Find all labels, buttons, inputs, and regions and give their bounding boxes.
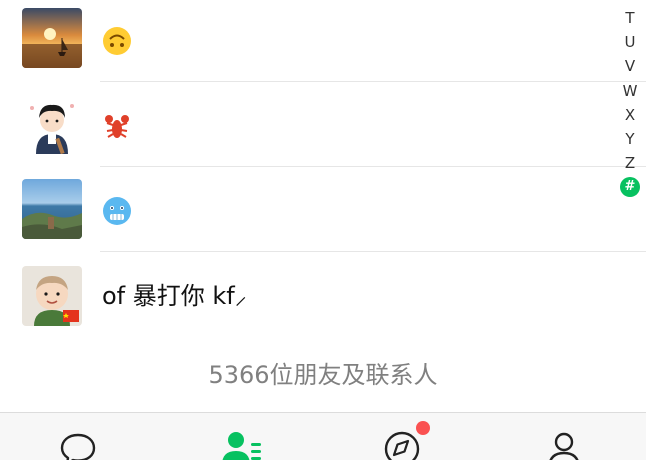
- contact-name: [102, 194, 132, 226]
- alphabet-index-bar[interactable]: T U V W X Y Z #: [618, 6, 642, 199]
- contact-name: [102, 24, 132, 56]
- index-letter-hash[interactable]: #: [620, 177, 640, 198]
- contact-list: of 暴打你 kf⸝: [0, 0, 646, 338]
- tab-contacts[interactable]: [220, 429, 264, 460]
- index-letter-y[interactable]: Y: [618, 127, 642, 151]
- contact-name: [102, 109, 132, 141]
- cold-face-emoji: [102, 196, 132, 226]
- contact-avatar: [22, 8, 82, 68]
- contact-row[interactable]: of 暴打你 kf⸝: [0, 252, 646, 338]
- contacts-icon: [220, 429, 264, 460]
- contact-count-label: 5366位朋友及联系人: [0, 338, 646, 412]
- index-letter-z[interactable]: Z: [618, 151, 642, 175]
- index-letter-w[interactable]: W: [618, 79, 642, 103]
- upside-down-face-emoji: [102, 26, 132, 56]
- tab-discover[interactable]: [382, 421, 430, 460]
- chat-bubble-icon: [58, 429, 102, 460]
- index-letter-t[interactable]: T: [618, 6, 642, 30]
- contact-avatar: [22, 94, 82, 154]
- contact-row[interactable]: [0, 167, 646, 252]
- contact-avatar: [22, 179, 82, 239]
- tab-me[interactable]: [544, 429, 588, 460]
- index-letter-x[interactable]: X: [618, 103, 642, 127]
- index-letter-u[interactable]: U: [618, 30, 642, 54]
- contact-name: of 暴打你 kf⸝: [102, 282, 247, 310]
- notification-badge-dot: [416, 421, 430, 435]
- contact-row[interactable]: [0, 82, 646, 167]
- lobster-emoji: [102, 111, 132, 141]
- index-letter-v[interactable]: V: [618, 54, 642, 78]
- contact-avatar: [22, 266, 82, 326]
- tab-chats[interactable]: [58, 429, 102, 460]
- person-icon: [544, 429, 588, 460]
- bottom-tab-bar: [0, 412, 646, 460]
- contact-row[interactable]: [0, 0, 646, 82]
